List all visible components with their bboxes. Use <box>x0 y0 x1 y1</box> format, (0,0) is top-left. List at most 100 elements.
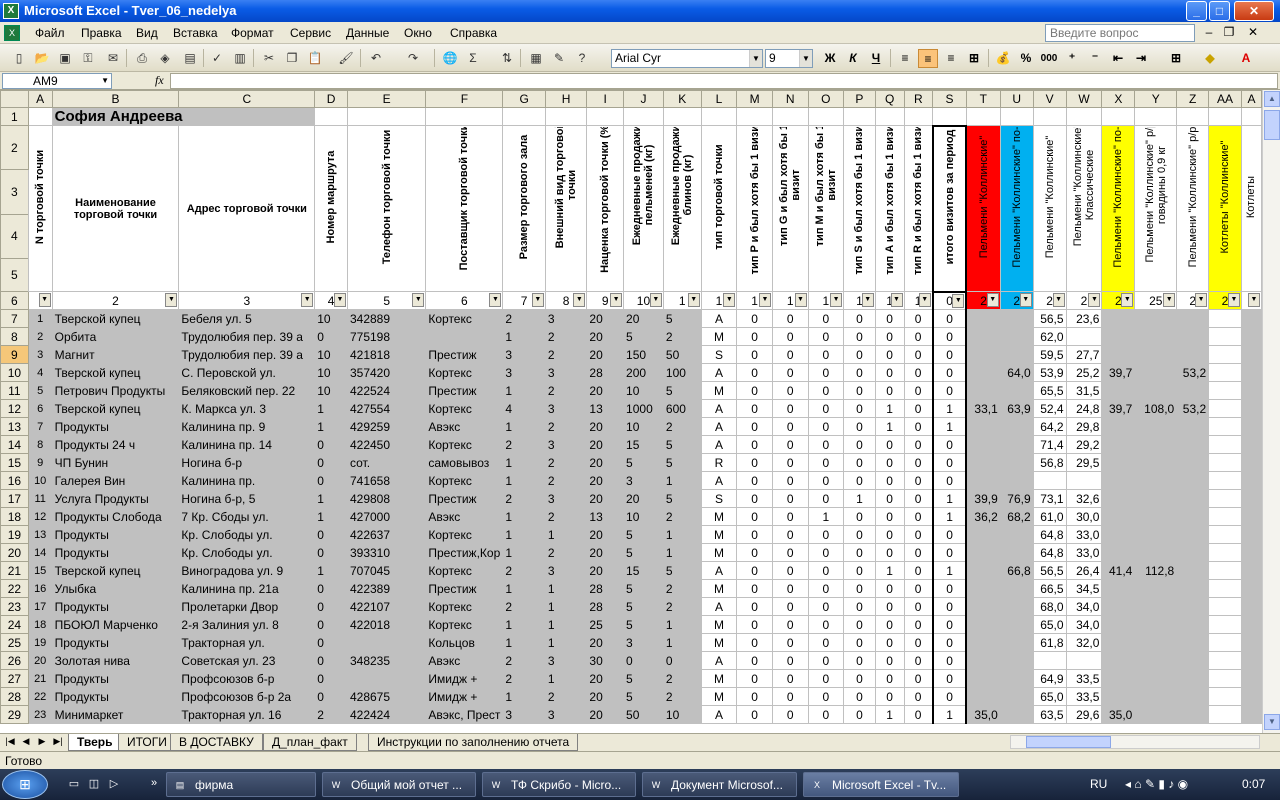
cell[interactable] <box>1208 669 1242 688</box>
cell[interactable]: 33,1 <box>965 399 1001 418</box>
cell[interactable]: 32,6 <box>1065 489 1103 508</box>
filter-dropdown-icon[interactable]: ▼ <box>1163 293 1176 307</box>
cell[interactable] <box>1240 381 1262 400</box>
cell[interactable]: 0 <box>807 363 845 382</box>
cell[interactable] <box>999 381 1034 400</box>
cell[interactable]: 3 <box>502 363 546 382</box>
cell[interactable] <box>1176 561 1210 580</box>
cell[interactable]: 1 <box>502 687 546 706</box>
italic-button[interactable]: К <box>843 49 863 68</box>
cell[interactable]: 10 <box>27 471 53 490</box>
cell[interactable]: 0 <box>843 363 876 382</box>
cell[interactable] <box>1101 381 1136 400</box>
menu-edit[interactable]: Правка <box>81 26 122 40</box>
column-title-cell[interactable]: тип торговой точки <box>700 125 738 292</box>
cell[interactable] <box>1208 687 1242 706</box>
cell[interactable]: 73,1 <box>1032 489 1067 508</box>
cell[interactable]: 0 <box>874 363 905 382</box>
cell[interactable]: 0 <box>903 435 934 454</box>
cell[interactable]: 0 <box>931 687 968 706</box>
cell[interactable]: Кортекс <box>425 615 504 634</box>
cell[interactable]: Профсоюзов б-р <box>178 669 316 688</box>
tab-tver[interactable]: Тверь <box>68 734 122 751</box>
cell[interactable] <box>1208 399 1242 418</box>
cell[interactable] <box>999 543 1034 562</box>
cell[interactable]: 61,0 <box>1032 507 1067 526</box>
cell[interactable] <box>1134 579 1178 598</box>
row-header[interactable]: 29 <box>0 705 29 724</box>
cell[interactable]: 64,8 <box>1032 525 1067 544</box>
cell[interactable] <box>1134 489 1178 508</box>
column-header[interactable]: A <box>1240 90 1262 108</box>
cell[interactable]: 3 <box>27 345 53 364</box>
thousands-button[interactable]: 000 <box>1039 49 1059 68</box>
tab-instructions[interactable]: Инструкции по заполнению отчета <box>368 734 579 751</box>
cell[interactable]: Авэкс <box>425 507 504 526</box>
autofilter-cell[interactable]: 2▼ <box>1101 291 1136 310</box>
cell[interactable] <box>346 669 427 688</box>
cell[interactable]: 5 <box>623 453 664 472</box>
row-header[interactable]: 18 <box>0 507 29 526</box>
cell[interactable]: самовывоз <box>425 453 504 472</box>
row-header[interactable]: 16 <box>0 471 29 490</box>
cell[interactable]: 0 <box>807 543 845 562</box>
row-header[interactable]: 14 <box>0 435 29 454</box>
cell[interactable]: 0 <box>843 507 876 526</box>
cell[interactable] <box>1101 669 1136 688</box>
cell[interactable]: 422107 <box>346 597 427 616</box>
cell[interactable]: Минимаркет <box>51 705 180 724</box>
cell[interactable]: Престиж <box>425 381 504 400</box>
row-header[interactable]: 26 <box>0 651 29 670</box>
cell[interactable]: 1 <box>874 561 905 580</box>
copy-icon[interactable]: ❐ <box>283 49 301 67</box>
cell[interactable]: 422389 <box>346 579 427 598</box>
cell[interactable]: 0 <box>931 381 968 400</box>
cell[interactable]: 0 <box>736 363 773 382</box>
filter-dropdown-icon[interactable]: ▼ <box>301 293 314 307</box>
cell[interactable]: 0 <box>807 579 845 598</box>
cell[interactable]: 1 <box>931 489 968 508</box>
cell[interactable]: 0 <box>843 381 876 400</box>
row-header[interactable]: 7 <box>0 309 29 328</box>
cell[interactable]: 68,0 <box>1032 597 1067 616</box>
cell[interactable]: 707045 <box>346 561 427 580</box>
cell[interactable] <box>1032 651 1067 670</box>
row-header[interactable]: 25 <box>0 633 29 652</box>
column-header[interactable]: I <box>586 90 625 108</box>
cell[interactable]: 0 <box>807 489 845 508</box>
scroll-thumb[interactable] <box>1026 736 1111 748</box>
cell[interactable]: 3 <box>544 363 588 382</box>
cell[interactable]: 2 <box>544 507 588 526</box>
cell[interactable] <box>1032 107 1067 126</box>
cell[interactable]: 33,5 <box>1065 669 1103 688</box>
cell[interactable]: 1 <box>544 615 588 634</box>
column-title-cell[interactable]: Номер маршрута <box>314 125 348 292</box>
task-excel[interactable]: X Microsoft Excel - Tv... <box>803 772 959 797</box>
cell[interactable]: 1 <box>502 633 546 652</box>
cell[interactable]: 15 <box>623 561 664 580</box>
cell[interactable]: Кортекс <box>425 525 504 544</box>
cell[interactable]: 0 <box>736 543 773 562</box>
cell[interactable]: 0 <box>314 435 348 454</box>
cell[interactable]: 0 <box>874 651 905 670</box>
autofilter-cell[interactable]: 1▼ <box>874 291 905 310</box>
cell[interactable]: 34,0 <box>1065 597 1103 616</box>
column-header[interactable]: G <box>502 90 546 108</box>
cell[interactable] <box>1240 705 1262 724</box>
cell[interactable]: 0 <box>736 651 773 670</box>
cell[interactable]: 0 <box>903 651 934 670</box>
last-sheet-icon[interactable]: ▶| <box>52 736 64 747</box>
cell[interactable]: 5 <box>662 435 702 454</box>
cell[interactable]: 0 <box>736 345 773 364</box>
cell[interactable]: 0 <box>843 417 876 436</box>
autofilter-cell[interactable]: 0 ▼ <box>931 291 968 310</box>
cell[interactable]: 2 <box>662 597 702 616</box>
cell[interactable]: 0 <box>771 381 809 400</box>
column-header[interactable]: C <box>178 90 316 108</box>
cell[interactable] <box>1240 633 1262 652</box>
filter-dropdown-icon[interactable]: ▼ <box>794 293 807 307</box>
column-header[interactable]: O <box>807 90 845 108</box>
cell[interactable] <box>1208 561 1242 580</box>
cell[interactable] <box>1208 651 1242 670</box>
cell[interactable]: 20 <box>586 381 625 400</box>
